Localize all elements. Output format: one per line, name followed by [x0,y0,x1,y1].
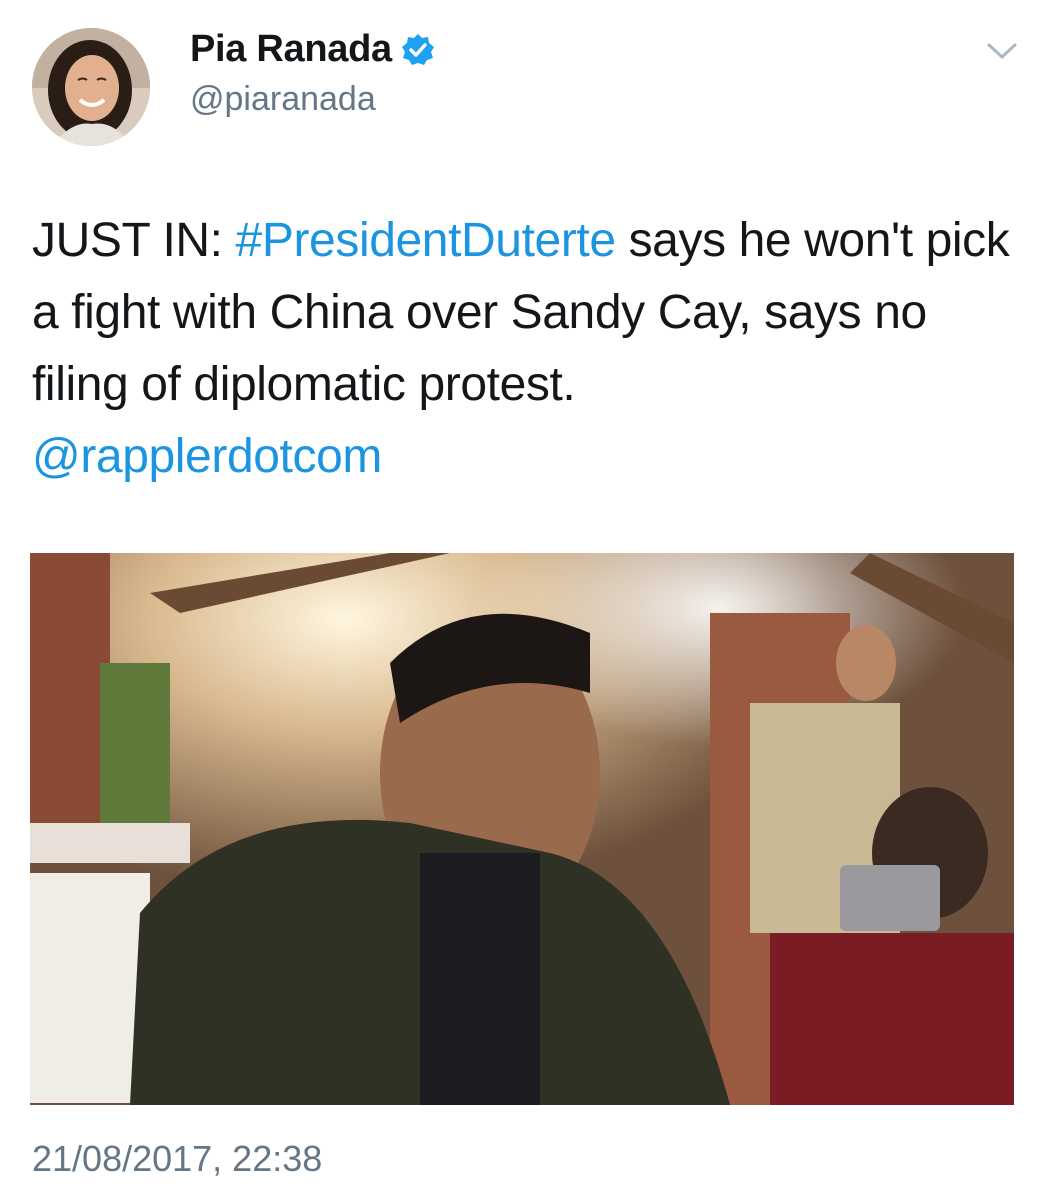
author-display-name[interactable]: Pia Ranada [190,28,392,71]
tweet-timestamp[interactable]: 21/08/2017, 22:38 [32,1138,322,1180]
tweet-text: JUST IN: #PresidentDuterte says he won't… [32,205,1022,493]
photo-image [30,553,1014,1105]
tweet-photo[interactable] [30,553,1014,1105]
avatar-photo [32,28,150,146]
chevron-down-icon[interactable] [986,40,1018,62]
hashtag-link[interactable]: #PresidentDuterte [236,214,616,267]
author-avatar[interactable] [32,28,150,146]
mention-link[interactable]: @rapplerdotcom [32,430,382,483]
author-handle[interactable]: @piaranada [190,80,376,119]
tweet-text-prefix: JUST IN: [32,214,236,267]
author-name-row[interactable]: Pia Ranada [190,28,436,71]
verified-badge-icon [400,32,436,68]
